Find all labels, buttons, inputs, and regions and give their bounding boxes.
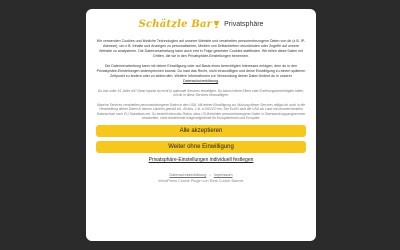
intro-text: Wir verwenden Cookies und ähnliche Techn… <box>96 39 306 58</box>
age-notice: Du bist unter 16 Jahre alt? Dann kannst … <box>97 89 305 98</box>
individual-settings-link[interactable]: Privatsphäre-Einstellungen individuell f… <box>96 157 306 163</box>
third-country-notice: Manche Services verarbeiten personenbezo… <box>96 102 306 121</box>
consent-text-body: Die Datenverarbeitung kann mit deiner Ei… <box>96 64 306 78</box>
dialog-header: Schätzle Bar Privatsphäre <box>96 15 306 33</box>
site-logo-text: Schätzle Bar <box>138 18 213 30</box>
consent-text: Die Datenverarbeitung kann mit deiner Ei… <box>96 64 306 83</box>
powered-by: WordPress Cookie Plugin von Real Cookie … <box>96 179 306 183</box>
powered-by-link[interactable]: WordPress Cookie Plugin von Real Cookie … <box>158 179 243 183</box>
site-logo: Schätzle Bar <box>139 19 221 30</box>
dialog-title: Privatsphäre <box>224 20 264 28</box>
continue-without-consent-button[interactable]: Weiter ohne Einwilligung <box>96 141 306 154</box>
glass-icon <box>213 20 220 28</box>
footer-separator: • <box>209 173 211 178</box>
privacy-policy-link[interactable]: Datenschutzerklärung <box>183 79 218 83</box>
footer-imprint-link[interactable]: Impressum <box>214 173 233 177</box>
cookie-consent-dialog: Schätzle Bar Privatsphäre Wir verwenden … <box>86 9 316 241</box>
accept-all-button[interactable]: Alle akzeptieren <box>96 125 306 138</box>
footer-links: Datenschutzerklärung • Impressum <box>96 173 306 177</box>
footer-privacy-link[interactable]: Datenschutzerklärung <box>169 173 206 177</box>
